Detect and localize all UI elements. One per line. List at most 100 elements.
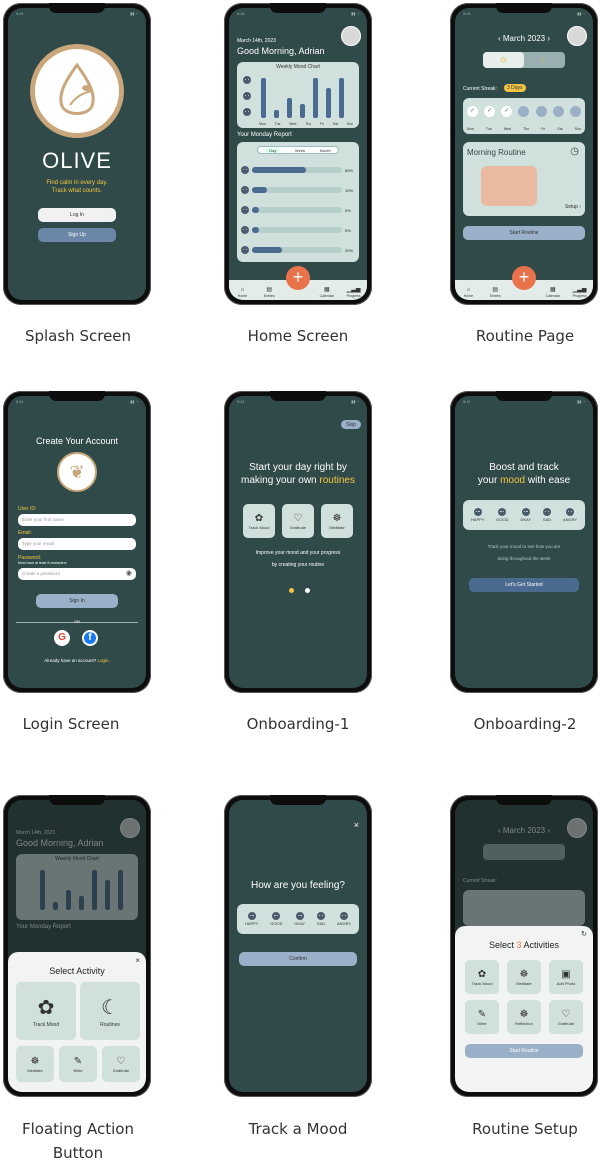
bar-tue [274,110,279,118]
routine-card-title: Morning Routine [467,148,526,157]
mood-face-icon [243,76,251,84]
clock-icon: ◷ [570,146,579,157]
refresh-icon[interactable]: ↻ [581,930,587,938]
tile-gratitude[interactable]: ♡ Gratitude [102,1046,140,1082]
streak-badge: 3 Days [504,84,526,92]
tile-meditate[interactable]: ☸ Meditate [16,1046,54,1082]
tile-routines[interactable]: ☾ Routines [80,982,140,1040]
progress-icon: ▁▃▅ [572,287,587,293]
morning-routine-card[interactable]: Morning Routine ◷ Setup › [463,142,585,216]
onboarding-2-line1: Boost and track [489,462,559,473]
calendar-icon: ▦ [323,287,330,293]
report-rows: 60% 10% 5% 5% 20% [241,160,355,260]
signup-button[interactable]: Sign Up [38,228,116,242]
mood-good[interactable]: GOOD [270,912,282,926]
google-icon[interactable]: G [54,630,70,646]
add-fab-button[interactable]: + [286,266,310,290]
phone-routine-setup: ‹ March 2023 › Current Streak: ↻ Select … [450,795,598,1097]
bar-fri [313,78,318,118]
mood-okay[interactable]: OKAY [294,912,305,926]
entries-icon: ▤ [266,287,273,293]
mood-happy[interactable]: HAPPY [471,508,484,522]
nav-calendar[interactable]: ▦ Calendar [319,287,335,298]
mood-faces-icon: ✿ [254,512,264,524]
get-started-button[interactable]: Let's Get Started [469,578,579,592]
olive-logo: ❦ [57,452,97,492]
tab-week[interactable]: Week [295,148,305,153]
eye-icon[interactable]: ◉ [126,569,132,577]
mood-sad[interactable]: SAD [317,912,325,926]
write-icon: ✎ [477,1008,487,1020]
signin-button[interactable]: Sign In [36,594,118,608]
password-hint: Must have at least 8 characters [18,561,67,565]
check-icon: ✓ [501,106,513,117]
day-night-toggle[interactable]: ☼ ☾ [483,52,565,68]
start-routine-button[interactable]: Start Routine [463,226,585,240]
gratitude-icon: ♡ [293,512,303,524]
mood-good[interactable]: GOOD [496,508,508,522]
mood-okay[interactable]: OKAY [520,508,531,522]
onboarding-2-screen: 9:41 ▮▮ ◔ Boost and track your mood with … [455,396,593,688]
phone-onboarding-1: 9:41 ▮▮ ◔ Skip Start your day right by ma… [224,391,372,693]
mood-faces-icon: ✿ [37,997,55,1019]
caption-onboarding-2: Onboarding-2 [473,715,577,733]
tab-month[interactable]: Month [320,148,331,153]
avatar[interactable] [341,26,361,46]
tile-track-mood[interactable]: ✿ Track Mood [16,982,76,1040]
user-id-input[interactable]: Enter your first name [18,514,136,526]
home-icon: ⌂ [466,287,471,293]
tile-meditate[interactable]: ☸ Meditate [507,960,541,994]
meditate-icon: ☸ [519,968,529,980]
tagline-1: Find calm in every day. [46,180,108,186]
start-routine-button[interactable]: Start Routine [465,1044,583,1058]
date-label: March 14th, 2023 [237,38,276,44]
skip-button[interactable]: Skip [341,420,361,429]
tile-write[interactable]: ✎ Write [465,1000,499,1034]
caption-fab-2: Button [52,1144,104,1162]
setup-link[interactable]: Setup › [565,204,581,210]
email-label: Email: [18,530,32,536]
tile-write[interactable]: ✎ Write [59,1046,97,1082]
pager-dot-active[interactable] [289,588,294,593]
mood-face-icon [243,92,251,100]
phone-track-mood: × How are you feeling? HAPPY GOOD OKAY S… [224,795,372,1097]
report-title: Your Monday Report [237,132,292,138]
mood-happy[interactable]: HAPPY [245,912,258,926]
tile-reflection[interactable]: ☸ Reflection [507,1000,541,1034]
tab-day[interactable]: Day [265,147,281,153]
tile-gratitude[interactable]: ♡ Gratitude [549,1000,583,1034]
facebook-icon[interactable]: f [82,630,98,646]
login-link[interactable]: Login. [98,658,110,663]
confirm-button[interactable]: Confirm [239,952,357,966]
mood-angry[interactable]: ANGRY [563,508,577,522]
onboarding-2-line2: your mood with ease [477,475,571,486]
range-segment[interactable]: Day Week Month [257,146,339,154]
track-mood-screen: × How are you feeling? HAPPY GOOD OKAY S… [229,800,367,1092]
write-icon: ✎ [73,1055,83,1067]
tagline-2: Track what counts. [51,188,103,194]
onboarding-1-line1: Start your day right by [249,462,347,473]
close-icon[interactable]: × [354,820,359,830]
nav-home[interactable]: ⌂ Home [234,287,250,298]
gratitude-icon: ♡ [116,1055,126,1067]
nav-progress[interactable]: ▁▃▅ Progress [346,287,362,298]
mood-sad[interactable]: SAD [543,508,551,522]
app-name: OLIVE [42,148,112,173]
pager-dot[interactable] [305,588,310,593]
tile-track-mood: ✿ Track Mood [243,504,275,538]
email-input[interactable]: Type your email [18,538,136,550]
phone-home: 9:41 ▮▮ ◔ March 14th, 2023 Good Morning, … [224,3,372,305]
close-icon[interactable]: × [135,956,140,965]
nav-entries[interactable]: ▤ Entries [261,287,277,298]
avatar[interactable] [567,26,587,46]
password-input[interactable]: Create a password ◉ [18,568,136,580]
check-icon: ✓ [467,106,478,117]
login-button[interactable]: Log In [38,208,116,222]
tile-add-photo[interactable]: ▣ Add Photo [549,960,583,994]
add-fab-button[interactable]: + [512,266,536,290]
check-icon: ✓ [484,106,496,117]
login-title: Create Your Account [35,436,119,446]
bar-sun [339,78,344,118]
mood-angry[interactable]: ANGRY [337,912,351,926]
tile-track-mood[interactable]: ✿ Track Mood [465,960,499,994]
